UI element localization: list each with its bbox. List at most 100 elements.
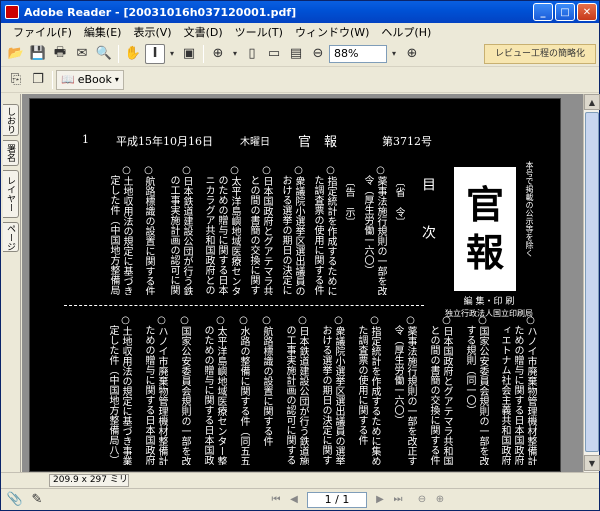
publisher-line-1: 編 集・印 刷	[463, 297, 515, 307]
actual-size-icon[interactable]: ▯	[242, 44, 262, 64]
text-column: ○太平洋島嶼地域医療センター整備計画	[229, 165, 240, 295]
text-column: との間の書簡の交換に関する件	[428, 315, 439, 465]
document-area[interactable]: 1 平成15年10月16日 木曜日 官 報 第3712号 官 報 本号で掲載の公…	[22, 94, 583, 472]
menu-view[interactable]: 表示(V)	[127, 24, 177, 40]
text-column: ィエトナム社会主義共和国政府との	[499, 315, 510, 465]
page-size-readout: 209.9 x 297 ミリ	[49, 474, 129, 487]
scroll-down-icon[interactable]: ▼	[584, 455, 600, 471]
zoom-menu-icon[interactable]: ▾	[388, 44, 400, 64]
save-icon[interactable]: 💾	[28, 44, 48, 64]
menu-window[interactable]: ウィンドウ(W)	[289, 24, 375, 40]
toolbar-separator	[118, 44, 119, 63]
kanpo-masthead: 官 報	[454, 167, 516, 291]
text-column: ○薬事法施行規則の一部を改正する省	[405, 315, 416, 465]
zoom-dropdown-icon[interactable]: ▾	[230, 44, 240, 64]
text-column: た調査票の使用に関する件	[356, 315, 367, 445]
zoom-input[interactable]: 88%	[329, 44, 387, 63]
text-column: 定した件（中国地方整備局八）	[107, 315, 118, 465]
text-column: ○土地収用法の規定に基づき事業を認	[121, 165, 132, 295]
paper-name-small: 官 報	[298, 135, 338, 150]
text-column: ○ハノイ市廃棄物管理機材整備計画の	[525, 315, 536, 465]
chevron-down-icon: ▾	[114, 75, 119, 84]
page-number-field[interactable]: 1 / 1	[307, 491, 367, 508]
search-icon[interactable]: 🔍	[94, 44, 114, 64]
toolbar-separator	[52, 70, 53, 89]
text-column: ○日本国政府とグアテマラ共和国政府	[441, 315, 452, 465]
text-column: ○太平洋島嶼地域医療センター整備計画	[215, 315, 226, 465]
maximize-button[interactable]: □	[555, 3, 575, 21]
text-column: ○航路標識の設置に関する件	[261, 315, 272, 446]
text-column: 定した件（中国地方整備局八）	[108, 165, 119, 295]
scroll-up-icon[interactable]: ▲	[584, 94, 600, 110]
navigation-panel: しおり 署名 レイヤー ページ	[1, 94, 21, 472]
pages-icon[interactable]: ❐	[28, 70, 48, 90]
review-hint-button[interactable]: レビュー工程の簡略化	[484, 44, 596, 64]
text-column: ○薬事法施行規則の一部を改正する省	[375, 165, 386, 295]
first-page-icon[interactable]: ⏮	[267, 492, 285, 508]
text-column: のための贈与に関する日本国政府と	[202, 315, 213, 465]
dropdown-arrow-icon[interactable]: ▾	[167, 44, 177, 64]
tab-bookmarks[interactable]: しおり	[3, 104, 19, 136]
menu-edit[interactable]: 編集(E)	[78, 24, 128, 40]
zoom-plus-icon[interactable]: ⊕	[402, 44, 422, 64]
ebook-button[interactable]: 📖 eBook ▾	[56, 69, 124, 90]
main-toolbar: 📂 💾 🖶 ✉ 🔍 ✋ I ▾ ▣ ⊕ ▾ ▯ ▭ ▤ ⊖ 88% ▾ ⊕ レビ…	[1, 41, 599, 67]
text-column: た調査票の使用に関する件	[312, 165, 323, 295]
secondary-toolbar: ⎘ ❐ 📖 eBook ▾	[1, 67, 599, 93]
close-button[interactable]: ✕	[577, 3, 597, 21]
vertical-scrollbar[interactable]: ▲ ▼	[583, 94, 600, 472]
text-column: ○衆議院小選挙区選出議員の選挙に	[293, 165, 304, 295]
text-column: 〔省 令〕	[393, 177, 404, 227]
zoom-in-icon[interactable]: ⊕	[208, 44, 228, 64]
title-bar[interactable]: Adobe Reader - [20031016h037120001.pdf] …	[1, 1, 599, 23]
reader-window: Adobe Reader - [20031016h037120001.pdf] …	[0, 0, 600, 511]
email-icon[interactable]: ✉	[72, 44, 92, 64]
tab-layers[interactable]: レイヤー	[3, 170, 19, 218]
issue-weekday: 木曜日	[240, 137, 270, 148]
text-column: ○日本鉄道建設公団が行う鉄道施設	[297, 315, 308, 465]
text-column: ニカラグア共和国政府との間の書簡	[203, 165, 214, 295]
text-column: ○衆議院小選挙区選出議員の選挙に	[333, 315, 344, 465]
section-divider	[64, 305, 424, 306]
text-column: のための贈与に関する日本国政府と	[216, 165, 227, 295]
snapshot-icon[interactable]: ▣	[179, 44, 199, 64]
attachment-icon[interactable]: 📎	[5, 490, 25, 510]
tab-signatures[interactable]: 署名	[3, 140, 19, 166]
masthead-char-2: 報	[465, 230, 504, 275]
menu-file[interactable]: ファイル(F)	[7, 24, 78, 40]
pdf-page[interactable]: 1 平成15年10月16日 木曜日 官 報 第3712号 官 報 本号で掲載の公…	[29, 98, 561, 472]
minimize-button[interactable]: _	[533, 3, 553, 21]
text-column: ○ハノイ市廃棄物管理機材整備計画の	[156, 315, 167, 465]
next-page-icon[interactable]: ▶	[371, 492, 389, 508]
text-column: 令（厚生労働一六〇）	[392, 315, 403, 425]
text-column: ための贈与に関する日本国政府とヴ	[143, 315, 154, 465]
print-icon[interactable]: 🖶	[50, 44, 70, 64]
fit-page-icon[interactable]: ▭	[264, 44, 284, 64]
fit-width-icon[interactable]: ▤	[286, 44, 306, 64]
scroll-thumb[interactable]	[585, 112, 599, 452]
next-view-icon[interactable]: ⊕	[431, 492, 449, 508]
menu-bar: ファイル(F) 編集(E) 表示(V) 文書(D) ツール(T) ウィンドウ(W…	[1, 23, 599, 41]
toc-title: 目 次	[420, 177, 436, 249]
create-pdf-icon[interactable]: ⎘	[6, 70, 26, 90]
masthead-char-1: 官	[465, 182, 504, 227]
toolbar-separator	[203, 44, 204, 63]
tab-pages[interactable]: ページ	[3, 222, 19, 252]
text-select-icon[interactable]: I	[145, 43, 165, 64]
previous-page-icon[interactable]: ◀	[285, 492, 303, 508]
comment-icon[interactable]: ✎	[27, 490, 47, 510]
text-column: ○航路標識の設置に関する件	[143, 165, 154, 295]
hand-tool-icon[interactable]: ✋	[123, 44, 143, 64]
text-column: ○日本鉄道建設公団が行う鉄道施設	[181, 165, 192, 295]
side-info: 本号で掲載の公示等を除く	[525, 161, 534, 257]
open-icon[interactable]: 📂	[6, 44, 26, 64]
status-bar: 209.9 x 297 ミリ	[1, 472, 599, 488]
menu-tools[interactable]: ツール(T)	[229, 24, 289, 40]
menu-document[interactable]: 文書(D)	[178, 24, 229, 40]
zoom-out-icon[interactable]: ⊖	[308, 44, 328, 64]
last-page-icon[interactable]: ⏭	[389, 492, 407, 508]
previous-view-icon[interactable]: ⊖	[413, 492, 431, 508]
menu-help[interactable]: ヘルプ(H)	[375, 24, 437, 40]
text-column: との間の書簡の交換に関する件	[248, 165, 259, 295]
text-column: おける選挙の期日の決定に関する件	[280, 165, 291, 295]
